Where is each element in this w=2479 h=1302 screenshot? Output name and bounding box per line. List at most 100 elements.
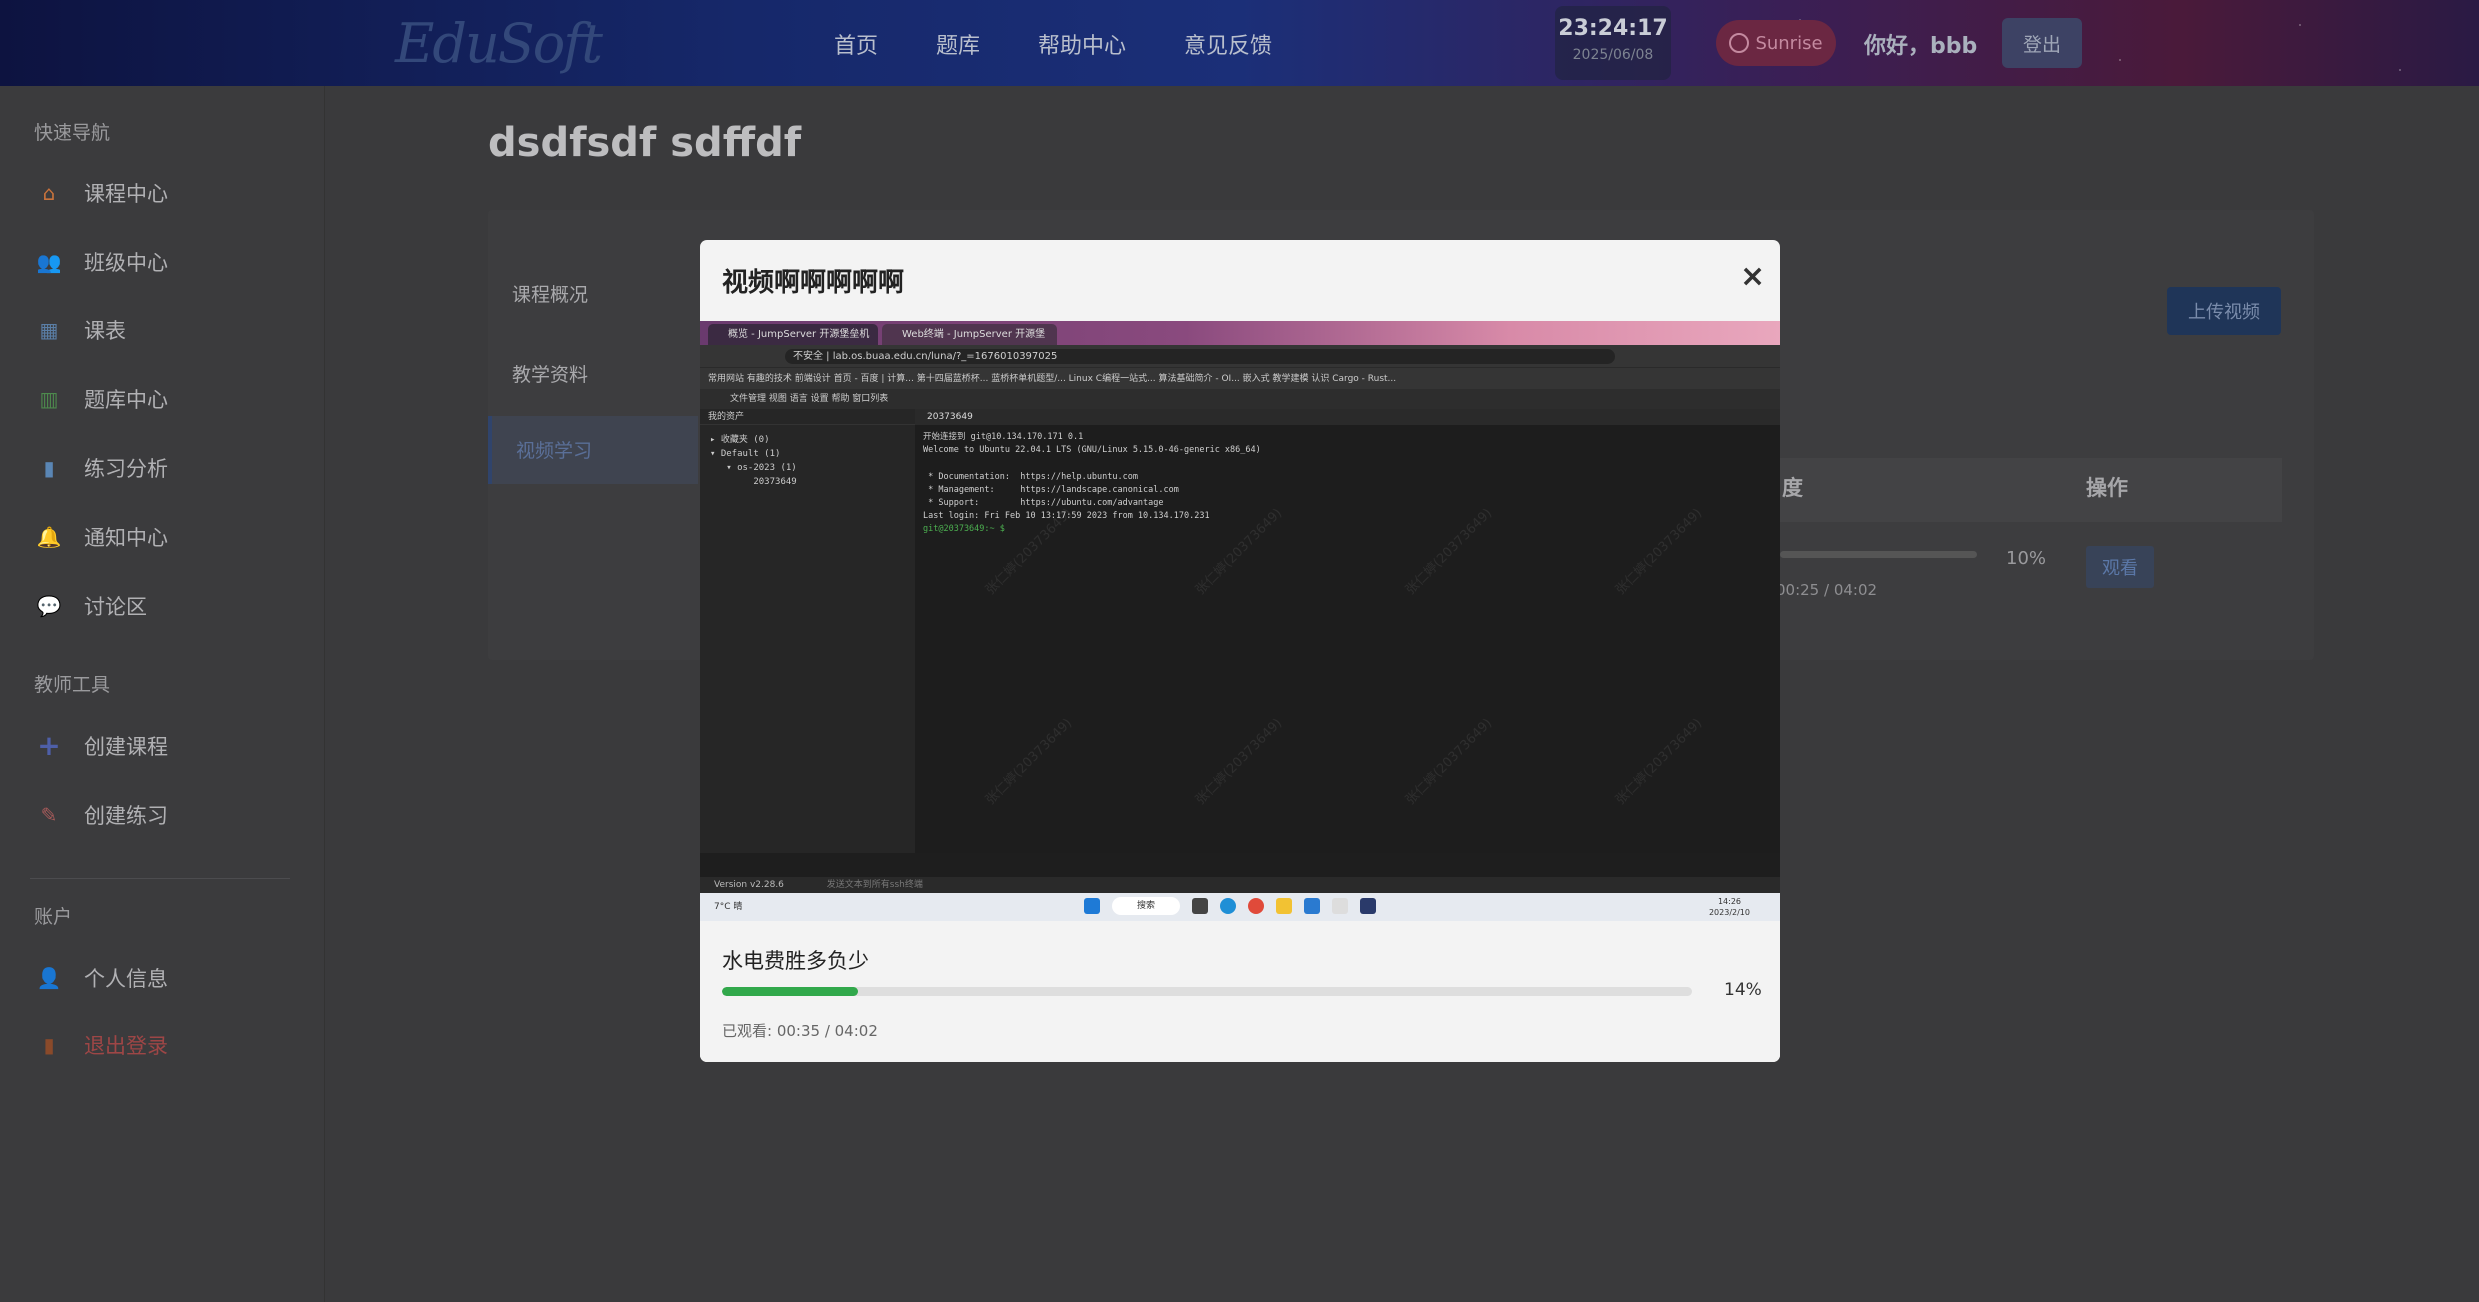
- sidebar-item-logout[interactable]: ▮ 退出登录: [36, 1030, 168, 1060]
- sidebar-divider: [30, 878, 290, 879]
- tab-teaching-materials[interactable]: 教学资料: [512, 360, 588, 387]
- sidebar-item-discussion[interactable]: 💬 讨论区: [36, 591, 147, 621]
- sidebar-item-course-center[interactable]: ⌂ 课程中心: [36, 178, 168, 208]
- close-icon[interactable]: ×: [1740, 262, 1765, 292]
- video-version: Version v2.28.6: [714, 880, 784, 890]
- sidebar-item-label: 个人信息: [84, 967, 168, 991]
- sidebar-item-profile[interactable]: 👤 个人信息: [36, 963, 168, 993]
- column-header-progress: 度: [1782, 476, 1803, 500]
- sidebar-item-practice-analysis[interactable]: ▮ 练习分析: [36, 453, 168, 483]
- sidebar-item-schedule[interactable]: ▦ 课表: [36, 315, 126, 345]
- clock-time: 23:24:17: [1558, 16, 1668, 41]
- folder-icon: [1276, 898, 1292, 914]
- terminal-line: * Management: https://landscape.canonica…: [923, 484, 1179, 495]
- video-modal: 视频啊啊啊啊啊 × 概览 - JumpServer 开源堡垒机 Web终端 - …: [700, 240, 1780, 1062]
- sidebar-item-label: 通知中心: [84, 526, 168, 550]
- sidebar-item-notifications[interactable]: 🔔 通知中心: [36, 522, 168, 552]
- calendar-icon: ▦: [39, 318, 59, 342]
- video-terminal: 开始连接到 git@10.134.170.171 0.1 Welcome to …: [915, 425, 1780, 853]
- tree-line: ▸ 收藏夹 (0): [710, 435, 770, 445]
- site-logo[interactable]: EduSoft: [395, 12, 603, 75]
- typora-icon: [1332, 898, 1348, 914]
- tree-line: ▾ os-2023 (1): [710, 463, 797, 473]
- watch-button[interactable]: 观看: [2086, 546, 2154, 588]
- column-header-actions: 操作: [2086, 476, 2128, 500]
- logout-button[interactable]: 登出: [2002, 18, 2082, 68]
- sidebar-item-label: 讨论区: [84, 595, 147, 619]
- sidebar-item-question-bank[interactable]: ▥ 题库中心: [36, 384, 168, 414]
- video-asset-tree: 我的资产 ▸ 收藏夹 (0) ▾ Default (1) ▾ os-2023 (…: [700, 409, 915, 853]
- video-url-warning: 不安全: [793, 351, 823, 362]
- video-url: 不安全 | lab.os.buaa.edu.cn/luna/?_=1676010…: [785, 349, 1615, 364]
- tree-line: ▾ Default (1): [710, 449, 781, 459]
- video-status-strip: Version v2.28.6 发送文本到所有ssh终端: [700, 877, 1780, 893]
- sidebar-item-create-practice[interactable]: ✎ 创建练习: [36, 800, 168, 830]
- terminal-line: 开始连接到 git@10.134.170.171 0.1: [923, 432, 1084, 442]
- video-browser-tab: 概览 - JumpServer 开源堡垒机: [708, 324, 878, 345]
- sidebar-item-label: 题库中心: [84, 388, 168, 412]
- nav-help-center[interactable]: 帮助中心: [1038, 28, 1126, 60]
- terminal-line: * Documentation: https://help.ubuntu.com: [923, 471, 1138, 482]
- row-progress-bar: [1780, 551, 1977, 558]
- video-taskbar: 7°C 晴 搜索 14:26 2023/2/10: [700, 893, 1780, 921]
- vscode-icon: [1304, 898, 1320, 914]
- watch-progress-fill: [722, 987, 858, 996]
- upload-video-button[interactable]: 上传视频: [2167, 287, 2281, 335]
- chrome-icon: [1248, 898, 1264, 914]
- nav-home[interactable]: 首页: [834, 28, 878, 60]
- terminal-line: * Support: https://ubuntu.com/advantage: [923, 498, 1164, 509]
- page-title: dsdfsdf sdffdf: [488, 120, 802, 166]
- main-nav: 首页 题库 帮助中心 意见反馈: [834, 28, 1330, 60]
- sidebar-item-class-center[interactable]: 👥 班级中心: [36, 247, 168, 277]
- video-menu-bar: 文件管理 视图 语言 设置 帮助 窗口列表: [700, 389, 1780, 409]
- video-player[interactable]: 概览 - JumpServer 开源堡垒机 Web终端 - JumpServer…: [700, 321, 1780, 921]
- clock-date: 2025/06/08: [1572, 47, 1654, 63]
- bell-icon: 🔔: [36, 525, 62, 549]
- watch-progress-bar: [722, 987, 1692, 996]
- edit-icon: ✎: [40, 803, 58, 827]
- school-icon: ⌂: [42, 181, 56, 205]
- row-progress-percent: 10%: [2006, 548, 2047, 569]
- video-browser-tabbar: 概览 - JumpServer 开源堡垒机 Web终端 - JumpServer…: [700, 321, 1780, 345]
- sidebar-item-label: 课表: [84, 319, 126, 343]
- top-header: EduSoft 首页 题库 帮助中心 意见反馈 23:24:17 2025/06…: [0, 0, 2479, 86]
- video-bookmarks-bar: 常用网站 有趣的技术 前端设计 首页 - 百度 | 计算... 第十四届蓝桥杯.…: [700, 367, 1780, 389]
- app-icon: [1360, 898, 1376, 914]
- video-tree-list: ▸ 收藏夹 (0) ▾ Default (1) ▾ os-2023 (1) 20…: [700, 425, 915, 489]
- terminal-tab-label: 20373649: [927, 412, 973, 422]
- video-terminal-tab: 20373649: [915, 409, 1780, 425]
- plus-icon: +: [37, 729, 61, 762]
- nav-question-bank[interactable]: 题库: [936, 28, 980, 60]
- edge-icon: [1220, 898, 1236, 914]
- watched-time: 已观看: 00:35 / 04:02: [722, 1022, 878, 1040]
- video-browser-tab: Web终端 - JumpServer 开源堡: [882, 324, 1057, 345]
- theme-label: Sunrise: [1755, 32, 1823, 54]
- sidebar-section-title: 账户: [34, 906, 73, 928]
- sidebar-item-label: 创建课程: [84, 735, 168, 759]
- windows-start-icon: [1084, 898, 1100, 914]
- terminal-line: Welcome to Ubuntu 22.04.1 LTS (GNU/Linux…: [923, 445, 1261, 456]
- video-info: 水电费胜多负少 14% 已观看: 00:35 / 04:02: [700, 921, 1780, 1062]
- taskbar-date: 2023/2/10: [1708, 908, 1750, 917]
- sidebar-item-create-course[interactable]: + 创建课程: [36, 731, 168, 761]
- tab-video-learning[interactable]: 视频学习: [488, 416, 698, 484]
- taskbar-apps: 搜索: [1084, 897, 1376, 915]
- video-address-bar: 不安全 | lab.os.buaa.edu.cn/luna/?_=1676010…: [700, 345, 1780, 367]
- sidebar-item-label: 班级中心: [84, 251, 168, 275]
- chat-bubble-icon: 💬: [36, 594, 62, 618]
- tab-label: 视频学习: [516, 440, 593, 462]
- users-icon: 👥: [36, 250, 62, 274]
- books-icon: ▥: [39, 387, 59, 411]
- taskbar-time: 14:26: [1717, 897, 1742, 906]
- theme-toggle-button[interactable]: Sunrise: [1716, 20, 1836, 66]
- taskview-icon: [1192, 898, 1208, 914]
- user-icon: 👤: [36, 966, 62, 990]
- video-name: 水电费胜多负少: [722, 949, 869, 973]
- nav-feedback[interactable]: 意见反馈: [1184, 28, 1272, 60]
- modal-title: 视频啊啊啊啊啊: [722, 268, 905, 298]
- tab-course-overview[interactable]: 课程概况: [512, 280, 588, 307]
- user-greeting: 你好，bbb: [1864, 34, 1978, 59]
- bar-chart-icon: ▮: [43, 456, 55, 480]
- row-watch-time: 00:25 / 04:02: [1776, 581, 1878, 599]
- watch-progress-percent: 14%: [1724, 980, 1762, 1000]
